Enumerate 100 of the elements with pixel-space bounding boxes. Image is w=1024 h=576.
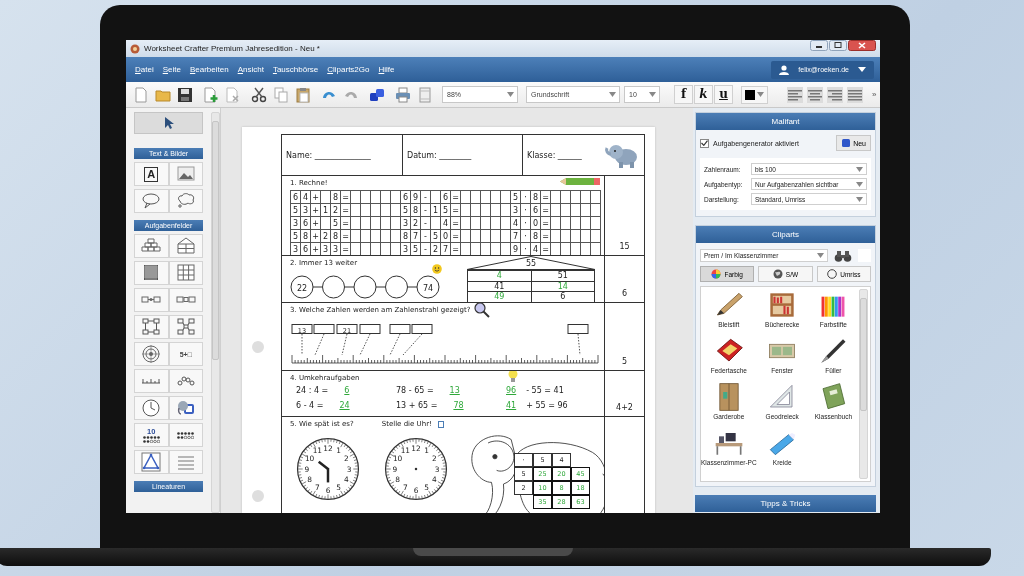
text-tool-button[interactable]: A bbox=[134, 162, 169, 186]
grid-cell: 2 bbox=[431, 243, 441, 255]
grid-cell: 3 bbox=[511, 204, 521, 217]
tool-button[interactable] bbox=[134, 342, 169, 366]
panel-header[interactable]: Tipps & Tricks bbox=[695, 495, 876, 512]
delete-page-icon[interactable] bbox=[224, 85, 242, 104]
grid-cell: 1 bbox=[321, 204, 331, 217]
dot-field-icon bbox=[177, 431, 195, 439]
format-button[interactable]: k bbox=[694, 85, 713, 104]
printer-icon[interactable] bbox=[394, 85, 412, 104]
minimize-button[interactable] bbox=[810, 40, 828, 51]
tool-button[interactable] bbox=[168, 288, 204, 312]
menu-item[interactable]: Bearbeiten bbox=[189, 65, 229, 74]
format-button[interactable]: f bbox=[674, 85, 693, 104]
grid-cell: + bbox=[311, 191, 321, 204]
table-icon bbox=[175, 263, 196, 283]
answer-text: 41 bbox=[505, 401, 518, 410]
menu-item[interactable]: Seite bbox=[162, 65, 181, 74]
tool-button[interactable] bbox=[168, 423, 204, 447]
grid-cell: 6 bbox=[401, 191, 411, 204]
thought-bubble-icon bbox=[175, 191, 196, 211]
scrollbar-thumb[interactable] bbox=[212, 121, 219, 361]
tool-button[interactable] bbox=[134, 396, 169, 420]
tool-button[interactable] bbox=[168, 396, 204, 420]
overflow-button[interactable]: » bbox=[872, 90, 877, 99]
grid-cell: = bbox=[541, 217, 551, 230]
align-right-icon[interactable] bbox=[826, 85, 844, 104]
number-circle: 74 bbox=[416, 275, 440, 299]
add-page-icon[interactable] bbox=[202, 85, 220, 104]
grid-cell: 2 bbox=[321, 230, 331, 243]
clipboard-icon[interactable] bbox=[294, 85, 312, 104]
thought-bubble-button[interactable] bbox=[168, 189, 204, 213]
grid-cell: = bbox=[341, 217, 351, 230]
target-icon bbox=[141, 344, 162, 364]
binoculars-icon[interactable] bbox=[834, 249, 852, 262]
answer-box bbox=[313, 324, 335, 334]
grid-cell: - bbox=[421, 230, 431, 243]
globe-icon bbox=[772, 269, 783, 279]
header-field: Klasse: ______ bbox=[527, 150, 582, 160]
pencil-icon bbox=[560, 177, 600, 186]
menu-item[interactable]: Hilfe bbox=[378, 65, 395, 74]
header-field: Name: ______________ bbox=[286, 150, 371, 160]
color-wheel-icon bbox=[711, 269, 722, 279]
menu-item[interactable]: Cliparts2Go bbox=[327, 65, 370, 74]
close-button[interactable] bbox=[848, 40, 876, 51]
answer-box bbox=[567, 324, 589, 334]
dot-field-icon bbox=[142, 436, 160, 443]
number-circle: 22 bbox=[290, 275, 314, 299]
grid-cell: = bbox=[451, 204, 461, 217]
answer-text: 6 bbox=[343, 386, 351, 395]
tool-button[interactable] bbox=[168, 261, 204, 285]
tool-button[interactable] bbox=[134, 315, 169, 339]
grid-cell: 5 bbox=[511, 191, 521, 204]
tool-button[interactable] bbox=[168, 234, 204, 258]
tool-button[interactable] bbox=[134, 288, 169, 312]
speech-bubble-button[interactable] bbox=[134, 189, 169, 213]
tool-button[interactable] bbox=[134, 261, 169, 285]
menu-item[interactable]: Datei bbox=[135, 65, 154, 74]
tool-button[interactable] bbox=[134, 450, 169, 474]
grid-cell: 4 bbox=[441, 217, 451, 230]
grid-cell: = bbox=[541, 191, 551, 204]
caret-icon bbox=[507, 92, 514, 97]
menu-item[interactable]: Ansicht bbox=[237, 65, 264, 74]
grid-cell: = bbox=[341, 191, 351, 204]
grid-cell: = bbox=[451, 230, 461, 243]
image-tool-button[interactable] bbox=[168, 162, 204, 186]
maximize-button[interactable] bbox=[829, 40, 847, 51]
justify-icon[interactable] bbox=[846, 85, 864, 104]
clock-hands bbox=[317, 460, 330, 483]
grid-cell: 6 bbox=[301, 243, 311, 255]
grid-cell: 8 bbox=[301, 230, 311, 243]
checkbox[interactable] bbox=[700, 138, 709, 148]
grid-cell: 9 bbox=[411, 191, 421, 204]
grid-cell: 8 bbox=[331, 191, 341, 204]
tool-button[interactable] bbox=[168, 369, 204, 393]
punch-hole bbox=[252, 490, 264, 502]
scrollbar[interactable] bbox=[211, 112, 220, 513]
scrollbar-thumb[interactable] bbox=[860, 298, 867, 411]
color-picker[interactable] bbox=[741, 85, 768, 104]
menu-item[interactable]: Tauschbörse bbox=[272, 65, 319, 74]
caret-icon bbox=[858, 67, 866, 72]
pyramid-cell: 51 bbox=[531, 271, 595, 282]
scissors-icon[interactable] bbox=[250, 85, 268, 104]
grid-cell: 6 bbox=[441, 191, 451, 204]
grid-cell: 0 bbox=[531, 217, 541, 230]
align-center-icon[interactable] bbox=[806, 85, 824, 104]
selection-handle[interactable] bbox=[437, 420, 444, 428]
grid-cell: · bbox=[521, 217, 531, 230]
equation-text: - 55 = 41 bbox=[526, 386, 564, 395]
score-text: 5 bbox=[621, 357, 628, 366]
grid-cell: 1 bbox=[431, 204, 441, 217]
scrollbar[interactable] bbox=[859, 289, 868, 479]
format-button[interactable]: u bbox=[714, 85, 733, 104]
pointer-button[interactable] bbox=[134, 112, 204, 134]
align-left-icon[interactable] bbox=[786, 85, 804, 104]
tool-button[interactable] bbox=[168, 315, 204, 339]
elephant-icon bbox=[604, 142, 640, 168]
number-house-icon bbox=[175, 236, 196, 256]
tool-button[interactable] bbox=[134, 234, 169, 258]
answer-box bbox=[411, 324, 433, 334]
